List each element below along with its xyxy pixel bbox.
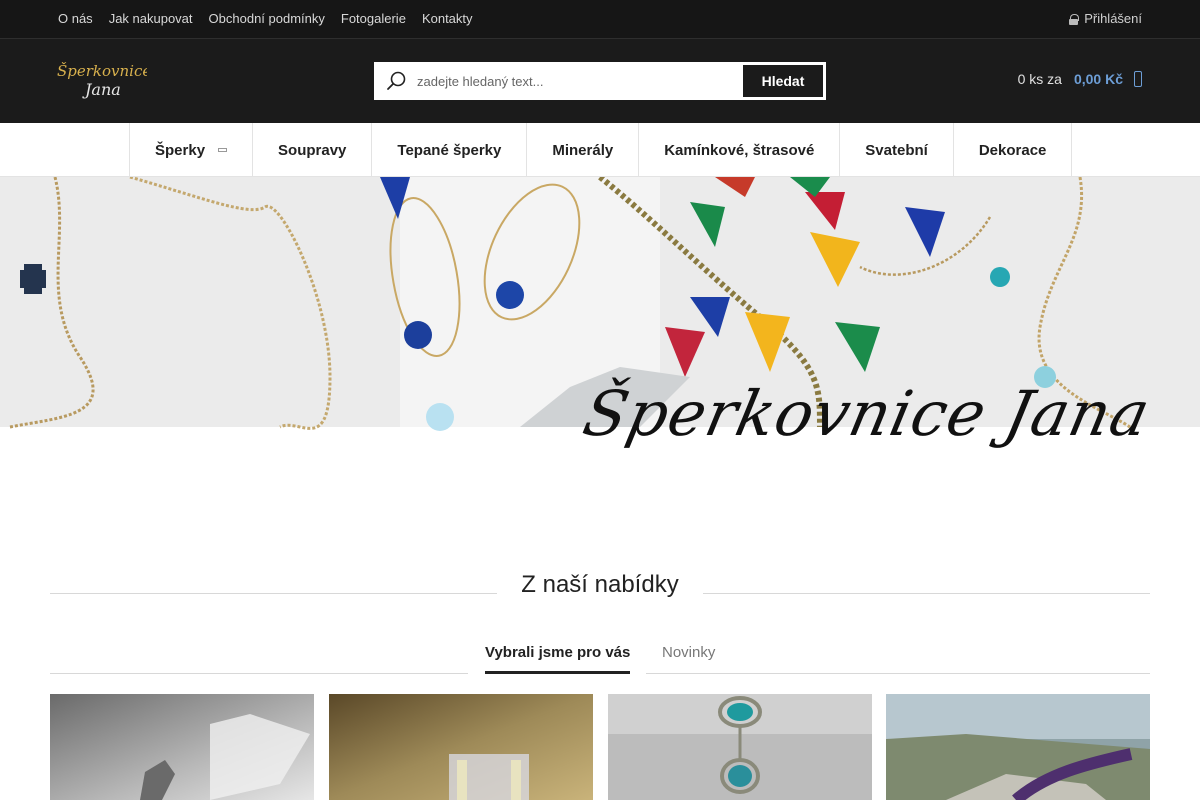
product-card[interactable] (886, 694, 1150, 800)
tab-vybrali-jsme-pro-vas[interactable]: Vybrali jsme pro vás (485, 644, 631, 674)
header: Šperkovnice Jana Hledat 0 ks za 0,00 Kč (0, 39, 1200, 123)
tab-novinky[interactable]: Novinky (662, 644, 715, 661)
top-link-o-nas[interactable]: O nás (50, 11, 101, 26)
lock-icon (1069, 13, 1080, 25)
tabs-divider-left (50, 673, 468, 674)
logo-text-line1: Šperkovnice (57, 62, 147, 80)
top-link-obchodni-podminky[interactable]: Obchodní podmínky (201, 11, 333, 26)
product-image (886, 694, 1150, 800)
cart-summary[interactable]: 0 ks za 0,00 Kč (1018, 71, 1142, 87)
nav-item-dekorace[interactable]: Dekorace (954, 123, 1073, 177)
product-image (50, 694, 314, 800)
top-link-kontakty[interactable]: Kontakty (414, 11, 481, 26)
product-card[interactable] (329, 694, 593, 800)
cart-count: 0 ks za (1017, 71, 1062, 87)
top-bar: O nás Jak nakupovat Obchodní podmínky Fo… (0, 0, 1200, 39)
product-tabs: Vybrali jsme pro vás Novinky (50, 640, 1150, 680)
site-logo[interactable]: Šperkovnice Jana (55, 59, 151, 101)
nav-item-svatebni[interactable]: Svatební (840, 123, 954, 177)
search-icon (375, 63, 415, 99)
nav-item-tepane-sperky[interactable]: Tepané šperky (372, 123, 528, 177)
nav-item-sperky[interactable]: Šperky (130, 123, 254, 177)
login-label: Přihlášení (1084, 11, 1142, 26)
dropdown-icon (218, 148, 228, 152)
cart-icon (1134, 71, 1142, 87)
product-card[interactable] (608, 694, 872, 800)
top-navigation: O nás Jak nakupovat Obchodní podmínky Fo… (50, 0, 481, 36)
section-title: Z naší nabídky (521, 571, 679, 598)
logo-text-line2: Jana (82, 80, 121, 99)
product-card[interactable] (50, 694, 314, 800)
hero-banner[interactable]: Šperkovnice Jana (0, 177, 1200, 497)
nav-item-kaminkove-strasove[interactable]: Kamínkové, štrasové (639, 123, 841, 177)
login-link[interactable]: Přihlášení (1069, 11, 1142, 26)
nav-item-soupravy[interactable]: Soupravy (253, 123, 373, 177)
banner-title: Šperkovnice Jana (577, 377, 1157, 450)
search-bar: Hledat (374, 62, 826, 100)
search-input[interactable] (415, 63, 741, 99)
product-image (329, 694, 593, 800)
product-grid (50, 694, 1150, 800)
top-link-fotogalerie[interactable]: Fotogalerie (333, 11, 414, 26)
main-navigation: Šperky Soupravy Tepané šperky Minerály K… (0, 123, 1200, 177)
tabs-divider-right (646, 673, 1150, 674)
search-button[interactable]: Hledat (741, 63, 825, 99)
nav-item-mineraly[interactable]: Minerály (527, 123, 640, 177)
product-image (608, 694, 872, 800)
section-header: Z naší nabídky (50, 565, 1150, 605)
top-link-jak-nakupovat[interactable]: Jak nakupovat (101, 11, 201, 26)
nav-label: Šperky (155, 141, 206, 159)
cart-price: 0,00 Kč (1073, 71, 1123, 87)
